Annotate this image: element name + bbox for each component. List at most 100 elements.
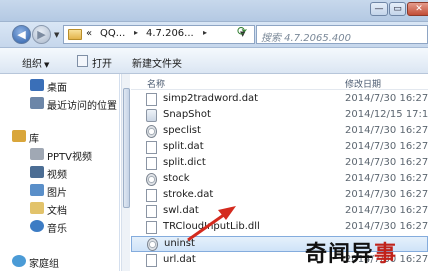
file-row[interactable]: simp2tradword.dat 2014/7/30 16:27 xyxy=(131,92,428,108)
breadcrumb-version[interactable]: 4.7.206... xyxy=(146,28,194,39)
file-name: url.dat xyxy=(163,254,196,265)
file-row[interactable]: SnapShot 2014/12/15 17:10 xyxy=(131,108,428,124)
file-date: 2014/7/30 16:27 xyxy=(345,189,428,200)
back-button[interactable]: ◀ xyxy=(12,25,31,44)
navigation-pane: 桌面 最近访问的位置 库 PPTV视频 视频 图片 文档 音乐 家庭组 xyxy=(0,74,120,271)
file-icon xyxy=(146,221,157,234)
file-date: 2014/7/30 16:27 xyxy=(345,125,428,136)
file-date: 2014/7/30 16:27 xyxy=(345,173,428,184)
file-icon xyxy=(146,205,157,218)
nav-item-homegroup[interactable]: 家庭组 xyxy=(0,253,120,271)
documents-icon xyxy=(30,202,44,214)
watermark-text: 奇闻异 xyxy=(305,242,375,267)
nav-item-music[interactable]: 音乐 xyxy=(0,218,120,236)
file-date: 2014/7/30 16:27 xyxy=(345,157,428,168)
file-icon xyxy=(146,93,157,106)
file-name: stock xyxy=(163,173,190,184)
nav-item-pptv-video[interactable]: PPTV视频 xyxy=(0,146,120,164)
file-icon xyxy=(146,157,157,170)
file-name: TRCloudInputLib.dll xyxy=(163,221,260,232)
file-name: swl.dat xyxy=(163,205,199,216)
file-row[interactable]: swl.dat 2014/7/30 16:27 xyxy=(131,204,428,220)
music-icon xyxy=(30,220,44,232)
breadcrumb-overflow[interactable]: « xyxy=(86,28,92,39)
file-name: SnapShot xyxy=(163,109,211,120)
pptv-video-icon xyxy=(30,148,44,160)
settings-file-icon xyxy=(146,173,157,186)
recent-places-icon xyxy=(30,97,44,109)
settings-file-icon xyxy=(146,125,157,138)
nav-item-label: PPTV视频 xyxy=(47,152,93,163)
open-button[interactable]: 打开 xyxy=(92,55,112,70)
file-date: 2014/7/30 16:27 xyxy=(345,221,428,232)
videos-icon xyxy=(30,166,44,178)
breadcrumb-separator-icon[interactable]: ▸ xyxy=(134,28,138,37)
nav-item-documents[interactable]: 文档 xyxy=(0,200,120,218)
file-name: uninst xyxy=(164,238,195,249)
new-folder-button[interactable]: 新建文件夹 xyxy=(132,55,182,70)
file-row[interactable]: split.dat 2014/7/30 16:27 xyxy=(131,140,428,156)
nav-item-videos[interactable]: 视频 xyxy=(0,164,120,182)
search-input[interactable]: 搜索 4.7.2065.400 xyxy=(256,25,428,44)
command-bar: 组织 ▼ 打开 新建文件夹 xyxy=(0,48,428,74)
nav-scrollbar[interactable] xyxy=(121,74,130,271)
nav-item-label: 桌面 xyxy=(47,83,67,94)
refresh-icon[interactable]: ⟳ xyxy=(237,24,247,38)
file-date: 2014/7/30 16:27 xyxy=(345,141,428,152)
file-date: 2014/7/30 16:27 xyxy=(345,93,428,104)
breadcrumb-qq[interactable]: QQ... xyxy=(100,28,125,39)
nav-item-label: 文档 xyxy=(47,206,67,217)
file-date: 2014/7/30 16:27 xyxy=(345,205,428,216)
nav-item-label: 音乐 xyxy=(47,224,67,235)
watermark-accent-text: 事 xyxy=(374,242,398,267)
title-bar: — ▭ ✕ xyxy=(0,0,428,22)
column-header: 名称 修改日期 xyxy=(131,74,428,90)
organize-button[interactable]: 组织 ▼ xyxy=(22,55,49,70)
open-icon xyxy=(77,55,88,67)
file-icon xyxy=(146,254,157,267)
libraries-icon xyxy=(12,130,26,142)
file-name: stroke.dat xyxy=(163,189,214,200)
application-icon xyxy=(146,109,157,122)
chevron-down-icon: ▼ xyxy=(44,61,50,69)
homegroup-icon xyxy=(12,255,26,267)
organize-label: 组织 xyxy=(22,59,42,70)
file-icon xyxy=(146,141,157,154)
file-name: simp2tradword.dat xyxy=(163,93,259,104)
file-row[interactable]: TRCloudInputLib.dll 2014/7/30 16:27 xyxy=(131,220,428,236)
file-row[interactable]: stock 2014/7/30 16:27 xyxy=(131,172,428,188)
nav-item-pictures[interactable]: 图片 xyxy=(0,182,120,200)
watermark: 奇闻异事 xyxy=(305,236,397,268)
nav-item-label: 家庭组 xyxy=(29,259,59,270)
file-date: 2014/12/15 17:10 xyxy=(345,109,428,120)
file-row[interactable]: speclist 2014/7/30 16:27 xyxy=(131,124,428,140)
history-dropdown-icon[interactable]: ▼ xyxy=(54,31,59,39)
column-header-name[interactable]: 名称 xyxy=(147,77,165,90)
folder-icon xyxy=(68,29,82,40)
file-row[interactable]: split.dict 2014/7/30 16:27 xyxy=(131,156,428,172)
scrollbar-thumb[interactable] xyxy=(123,88,130,208)
forward-button[interactable]: ▶ xyxy=(32,25,51,44)
pictures-icon xyxy=(30,184,44,196)
minimize-button[interactable]: — xyxy=(370,2,388,16)
search-placeholder: 搜索 4.7.2065.400 xyxy=(261,33,351,44)
uninstaller-icon xyxy=(147,238,158,251)
column-header-modified[interactable]: 修改日期 xyxy=(345,77,381,90)
close-button[interactable]: ✕ xyxy=(407,2,428,16)
file-row[interactable]: stroke.dat 2014/7/30 16:27 xyxy=(131,188,428,204)
nav-item-desktop[interactable]: 桌面 xyxy=(0,77,120,95)
breadcrumb-separator-icon[interactable]: ▸ xyxy=(203,28,207,37)
file-name: split.dict xyxy=(163,157,206,168)
maximize-button[interactable]: ▭ xyxy=(389,2,406,16)
file-name: split.dat xyxy=(163,141,204,152)
address-row: ◀ ▶ ▼ « QQ... ▸ 4.7.206... ▸ ▼ ⟳ 搜索 4.7.… xyxy=(0,22,428,48)
nav-item-label: 图片 xyxy=(47,188,67,199)
nav-item-label: 最近访问的位置 xyxy=(47,101,117,112)
address-bar[interactable]: « QQ... ▸ 4.7.206... ▸ ▼ xyxy=(63,25,255,44)
file-name: speclist xyxy=(163,125,201,136)
desktop-icon xyxy=(30,79,44,91)
file-icon xyxy=(146,189,157,202)
nav-item-label: 库 xyxy=(29,134,39,145)
nav-item-libraries[interactable]: 库 xyxy=(0,128,120,146)
nav-item-recent-places[interactable]: 最近访问的位置 xyxy=(0,95,120,113)
